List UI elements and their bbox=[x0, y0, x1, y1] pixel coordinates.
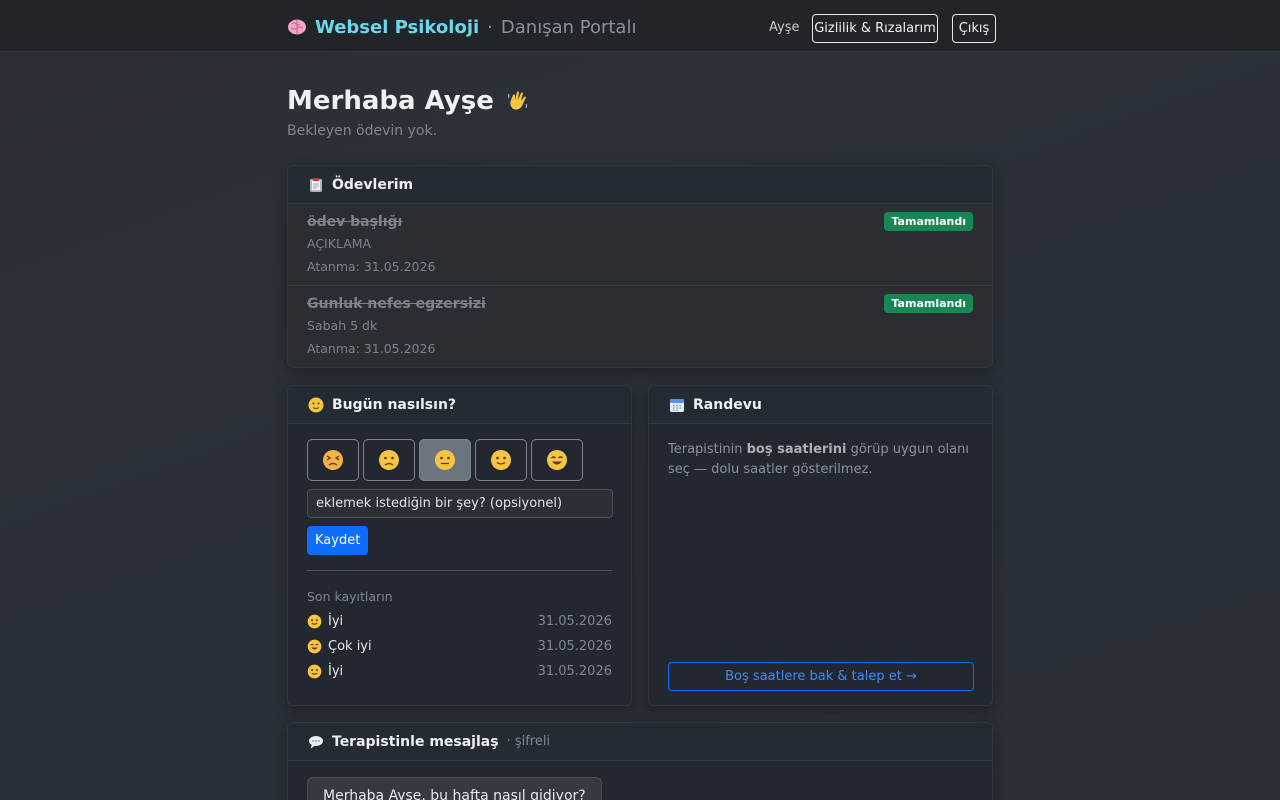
assignments-card: Ödevlerim ödev başlığı AÇIKLAMA Atanma: … bbox=[287, 165, 993, 368]
list-item: İyi 31.05.2026 bbox=[307, 664, 612, 679]
recent-mood-label: İyi bbox=[328, 614, 344, 629]
bad-face-icon bbox=[379, 450, 399, 470]
mood-option-neutral[interactable] bbox=[419, 439, 471, 481]
assignment-title: Gunluk nefes egzersizi bbox=[307, 296, 486, 312]
mood-option-very-bad[interactable] bbox=[307, 439, 359, 481]
recent-mood-date: 31.05.2026 bbox=[537, 614, 612, 629]
assignment-description: Sabah 5 dk bbox=[307, 318, 378, 333]
divider bbox=[307, 570, 612, 571]
waving-hand-icon bbox=[507, 91, 527, 110]
good-face-icon bbox=[491, 450, 511, 470]
very-good-face-icon bbox=[547, 450, 567, 470]
speech-bubble-icon bbox=[309, 735, 323, 748]
greeting-title: Merhaba Ayşe bbox=[287, 86, 494, 116]
very-bad-face-icon bbox=[323, 450, 343, 470]
assignment-item: Gunluk nefes egzersizi Sabah 5 dk Atanma… bbox=[288, 286, 992, 367]
very-good-face-icon bbox=[307, 639, 322, 654]
status-badge: Tamamlandı bbox=[884, 212, 973, 231]
good-face-icon bbox=[307, 614, 322, 629]
save-mood-button[interactable]: Kaydet bbox=[307, 526, 369, 555]
assignment-item: ödev başlığı AÇIKLAMA Atanma: 31.05.2026… bbox=[288, 204, 992, 286]
view-free-slots-button[interactable]: Boş saatlere bak & talep et → bbox=[668, 662, 974, 691]
brand-separator: · bbox=[487, 16, 493, 38]
list-item: Çok iyi 31.05.2026 bbox=[307, 639, 612, 654]
mood-options bbox=[307, 439, 612, 481]
mood-header: Bugün nasılsın? bbox=[288, 386, 631, 424]
nav-user-name: Ayşe bbox=[769, 20, 800, 35]
calendar-icon bbox=[670, 398, 684, 412]
privacy-button[interactable]: Gizlilik & Rızalarım bbox=[812, 14, 938, 43]
appointment-text-bold: boş saatlerini bbox=[746, 442, 847, 457]
appointment-text-prefix: Terapistinin bbox=[668, 442, 747, 457]
message-bubble: Merhaba Ayşe, bu hafta nasıl gidiyor? bbox=[307, 777, 602, 800]
assignment-date: Atanma: 31.05.2026 bbox=[307, 341, 436, 356]
recent-mood-label: İyi bbox=[328, 664, 344, 679]
mood-option-good[interactable] bbox=[475, 439, 527, 481]
neutral-face-icon bbox=[435, 450, 455, 470]
mood-option-bad[interactable] bbox=[363, 439, 415, 481]
appointment-header: Randevu bbox=[649, 386, 992, 424]
recent-mood-date: 31.05.2026 bbox=[537, 639, 612, 654]
appointment-description: Terapistinin boş saatlerini görüp uygun … bbox=[649, 424, 992, 496]
assignment-description: AÇIKLAMA bbox=[307, 236, 372, 251]
appointment-card: Randevu Terapistinin boş saatlerini görü… bbox=[648, 385, 993, 706]
appointment-title: Randevu bbox=[693, 396, 762, 413]
neutral-face-icon bbox=[308, 397, 324, 412]
recent-mood-label: Çok iyi bbox=[328, 639, 372, 654]
logout-button[interactable]: Çıkış bbox=[952, 14, 996, 43]
mood-card: Bugün nasılsın? eklemek istediğin bir şe… bbox=[287, 385, 632, 706]
messages-title: Terapistinle mesajlaş bbox=[332, 733, 499, 750]
assignments-header: Ödevlerim bbox=[288, 166, 992, 204]
assignments-title: Ödevlerim bbox=[332, 176, 414, 193]
clipboard-icon bbox=[310, 177, 322, 192]
mood-option-very-good[interactable] bbox=[531, 439, 583, 481]
page-title: Merhaba Ayşe bbox=[287, 86, 530, 116]
greeting-subtitle: Bekleyen ödevin yok. bbox=[287, 123, 438, 139]
list-item: İyi 31.05.2026 bbox=[307, 614, 612, 629]
messages-card: Terapistinle mesajlaş · şifreli Merhaba … bbox=[287, 722, 993, 800]
recent-mood-date: 31.05.2026 bbox=[537, 664, 612, 679]
encrypted-label: · şifreli bbox=[506, 734, 551, 749]
good-face-icon bbox=[307, 664, 322, 679]
assignment-date: Atanma: 31.05.2026 bbox=[307, 259, 436, 274]
status-badge: Tamamlandı bbox=[884, 294, 973, 313]
navbar: Websel Psikoloji · Danışan Portalı Ayşe … bbox=[0, 0, 1280, 52]
brand-name: Websel Psikoloji bbox=[315, 16, 480, 38]
assignment-title: ödev başlığı bbox=[307, 214, 403, 230]
mood-note-input[interactable] bbox=[307, 489, 613, 518]
brand-subtitle: Danışan Portalı bbox=[500, 16, 637, 38]
brain-icon bbox=[288, 19, 306, 35]
brand[interactable]: Websel Psikoloji · Danışan Portalı bbox=[287, 15, 636, 39]
messages-header: Terapistinle mesajlaş · şifreli bbox=[288, 723, 992, 761]
recent-entries-label: Son kayıtların bbox=[307, 589, 393, 604]
mood-title: Bugün nasılsın? bbox=[332, 396, 457, 413]
